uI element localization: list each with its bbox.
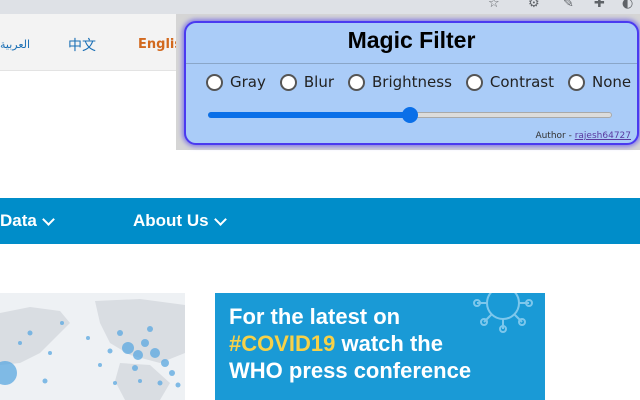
nav-item-about-us[interactable]: About Us: [133, 211, 227, 231]
banner-line-1: For the latest on: [229, 304, 401, 329]
popup-title: Magic Filter: [347, 27, 476, 53]
banner-line-2-rest: watch the: [335, 331, 443, 356]
edit-icon[interactable]: ✎: [563, 0, 574, 11]
magic-filter-popup: Magic Filter Gray Blur Brightness Contra…: [176, 14, 640, 150]
banner-line-2: #COVID19 watch the: [229, 330, 471, 357]
magic-filter-panel: Magic Filter Gray Blur Brightness Contra…: [184, 21, 639, 145]
filter-option-blur[interactable]: Blur: [279, 73, 334, 91]
main-nav: Data About Us: [0, 198, 640, 244]
brightness-radio[interactable]: [348, 73, 365, 91]
language-link-chinese[interactable]: 中文: [68, 35, 96, 55]
nav-item-data[interactable]: Data: [0, 211, 55, 231]
nav-item-label: Data: [0, 211, 37, 230]
browser-toolbar: ☆ ⚙ ✎ ✚ ◐: [0, 0, 640, 14]
covid-press-conference-banner[interactable]: For the latest on #COVID19 watch the WHO…: [215, 293, 545, 400]
filter-option-label: Gray: [230, 73, 266, 91]
filter-option-gray[interactable]: Gray: [206, 73, 266, 91]
filter-option-contrast[interactable]: Contrast: [465, 73, 555, 91]
chevron-down-icon: [41, 212, 55, 226]
filter-options: Gray Blur Brightness Contrast None: [206, 73, 637, 91]
filter-option-none[interactable]: None: [568, 73, 631, 91]
filter-intensity-slider[interactable]: [208, 107, 612, 123]
world-map-image: [0, 293, 185, 400]
author-prefix: Author -: [535, 131, 575, 141]
gray-radio[interactable]: [206, 73, 223, 91]
language-link-arabic[interactable]: العربية: [0, 38, 30, 51]
nav-item-label: About Us: [133, 211, 209, 230]
banner-headline: For the latest on #COVID19 watch the WHO…: [229, 303, 471, 384]
author-credit: Author - rajesh64727: [535, 131, 631, 141]
star-icon[interactable]: ☆: [488, 0, 500, 11]
filter-option-brightness[interactable]: Brightness: [348, 73, 452, 91]
filter-option-label: Blur: [303, 73, 334, 91]
filter-option-label: None: [592, 73, 632, 91]
blur-radio[interactable]: [279, 73, 297, 91]
banner-line-3: WHO press conference: [229, 358, 472, 383]
profile-icon[interactable]: ◐: [622, 0, 633, 11]
covid-hashtag: #COVID19: [229, 331, 336, 356]
slider-fill: [208, 112, 410, 118]
chevron-down-icon: [213, 212, 227, 226]
covid-map-thumbnail[interactable]: [0, 293, 185, 400]
author-link[interactable]: rajesh64727: [575, 131, 631, 141]
filter-option-label: Contrast: [489, 73, 555, 91]
puzzle-icon[interactable]: ✚: [594, 0, 605, 11]
title-divider: [186, 63, 637, 64]
filter-option-label: Brightness: [372, 73, 452, 91]
slider-thumb[interactable]: [402, 107, 418, 123]
extension-icon[interactable]: ⚙: [528, 0, 540, 11]
contrast-radio[interactable]: [465, 73, 483, 91]
none-radio[interactable]: [568, 73, 586, 91]
